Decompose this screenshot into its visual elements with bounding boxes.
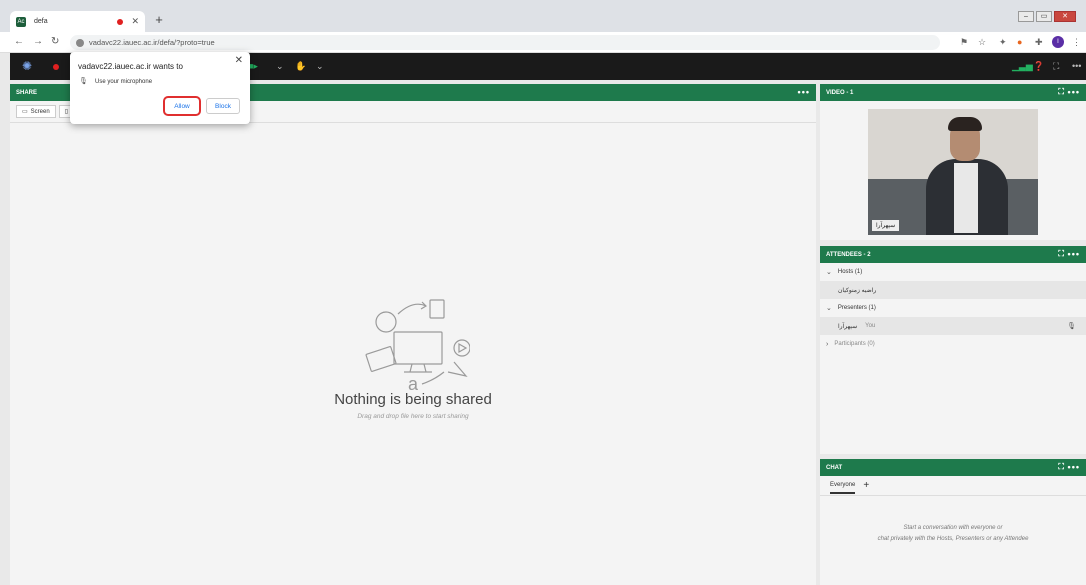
video-fullscreen-icon[interactable]: ⛶ — [1058, 87, 1064, 97]
extension-fire-icon[interactable]: ● — [1017, 37, 1022, 47]
share-screen-label: Screen — [30, 108, 50, 115]
chevron-right-icon: › — [826, 340, 829, 348]
chat-pod-menu-icon[interactable]: ••• — [1068, 462, 1080, 472]
profile-avatar[interactable]: I — [1052, 36, 1064, 48]
maximize-button[interactable]: ▭ — [1036, 11, 1052, 22]
chat-empty-message: Start a conversation with everyone or ch… — [820, 523, 1086, 545]
video-name-label: سپهرآرا — [872, 220, 900, 231]
fullscreen-icon[interactable]: ⛶ — [1053, 61, 1059, 72]
document-icon: ▯ — [64, 109, 68, 115]
host-name: راضیه زمنوکیان — [838, 287, 877, 294]
share-pod-menu-icon[interactable]: ••• — [798, 87, 810, 97]
video-pod-menu-icon[interactable]: ••• — [1068, 87, 1080, 97]
video-pod-title: VIDEO - 1 — [826, 89, 854, 96]
help-icon[interactable]: ❓ — [1033, 61, 1044, 72]
participants-group-label: Participants (0) — [834, 341, 875, 347]
chat-pod: CHAT ⛶ ••• Everyone + Start a conversati… — [820, 459, 1086, 585]
nothing-shared-title: Nothing is being shared — [334, 391, 492, 408]
browser-menu-icon[interactable]: ⋮ — [1072, 37, 1081, 48]
hosts-group-label: Hosts (1) — [837, 269, 863, 275]
reload-icon[interactable]: ↻ — [51, 36, 59, 47]
status-dropdown-icon[interactable]: ⌄ — [316, 61, 324, 72]
window-controls: – ▭ ✕ — [1018, 11, 1076, 22]
attendees-pod-title: ATTENDEES - 2 — [826, 251, 871, 258]
chat-empty-line-2: chat privately with the Hosts, Presenter… — [877, 536, 1029, 542]
block-button[interactable]: Block — [206, 98, 240, 114]
tab-title: defa — [34, 18, 48, 25]
adobe-connect-favicon-icon: Ac — [16, 16, 26, 27]
chat-fullscreen-icon[interactable]: ⛶ — [1058, 462, 1064, 472]
chat-tabs: Everyone + — [820, 476, 1086, 496]
window-close-button[interactable]: ✕ — [1054, 11, 1076, 22]
share-pod: SHARE ••• ▭ Screen ▯ a Nothing is being … — [10, 84, 816, 585]
raise-hand-icon[interactable]: ✋ — [295, 61, 306, 72]
browser-tab[interactable]: Ac defa ✕ — [10, 11, 145, 32]
permission-request-text: Use your microphone — [95, 79, 153, 85]
bookmark-star-icon[interactable]: ☆ — [978, 37, 986, 48]
address-bar: ← → ↻ vadavc22.iauec.ac.ir/defa/?proto=t… — [0, 32, 1086, 53]
lock-icon[interactable] — [76, 38, 84, 47]
video-pod: VIDEO - 1 ⛶ ••• سپهرآرا — [820, 84, 1086, 240]
tab-close-icon[interactable]: ✕ — [131, 16, 139, 27]
presenter-name: سپهرآرا — [838, 323, 858, 330]
url-text: vadavc22.iauec.ac.ir/defa/?proto=true — [89, 38, 215, 47]
microphone-permission-popup: vadavc22.iauec.ac.ir wants to ✕ 🎙 Use yo… — [70, 52, 250, 124]
presenters-group[interactable]: ⌄ Presenters (1) — [820, 299, 1086, 317]
back-arrow-icon[interactable]: ← — [14, 36, 24, 47]
svg-text:a: a — [408, 374, 419, 392]
extension-icon[interactable]: ✦ — [999, 37, 1007, 48]
video-person-shirt — [954, 163, 978, 233]
share-pod-title: SHARE — [16, 89, 38, 96]
share-screen-button[interactable]: ▭ Screen — [16, 105, 56, 118]
webcam-video[interactable]: سپهرآرا — [868, 109, 1038, 235]
chat-pod-header: CHAT ⛶ ••• — [820, 459, 1086, 476]
host-attendee-row[interactable]: راضیه زمنوکیان — [820, 281, 1086, 299]
video-pod-header: VIDEO - 1 ⛶ ••• — [820, 84, 1086, 101]
record-indicator-icon[interactable] — [53, 64, 59, 70]
attendees-pod: ATTENDEES - 2 ⛶ ••• ⌄ Hosts (1) راضیه زم… — [820, 246, 1086, 454]
video-person-hair — [948, 117, 982, 131]
tab-everyone[interactable]: Everyone — [830, 478, 856, 494]
monitor-icon: ▭ — [22, 109, 28, 115]
new-tab-button[interactable]: + — [152, 13, 166, 27]
chat-empty-line-1: Start a conversation with everyone or — [903, 525, 1003, 531]
attendees-pod-menu-icon[interactable]: ••• — [1068, 249, 1080, 259]
toolbar-more-icon[interactable]: ••• — [1072, 61, 1081, 71]
add-chat-tab-icon[interactable]: + — [863, 480, 869, 491]
camera-dropdown-icon[interactable]: ⌄ — [276, 61, 284, 72]
nothing-shared-illustration-icon: a — [365, 299, 470, 392]
minimize-button[interactable]: – — [1018, 11, 1034, 22]
chevron-down-icon: ⌄ — [826, 305, 832, 312]
you-label: You — [865, 323, 876, 329]
url-omnibox[interactable]: vadavc22.iauec.ac.ir/defa/?proto=true — [70, 35, 940, 50]
drag-drop-hint: Drag and drop file here to start sharing — [357, 413, 469, 420]
permission-close-icon[interactable]: ✕ — [235, 55, 243, 66]
allow-button[interactable]: Allow — [163, 96, 201, 116]
microphone-icon[interactable]: 🎙 — [1067, 322, 1076, 330]
forward-arrow-icon[interactable]: → — [33, 36, 43, 47]
hosts-group[interactable]: ⌄ Hosts (1) — [820, 263, 1086, 281]
attendees-pod-header: ATTENDEES - 2 ⛶ ••• — [820, 246, 1086, 263]
extensions-puzzle-icon[interactable]: ✚ — [1035, 37, 1043, 48]
recording-dot-icon — [117, 18, 124, 25]
connection-signal-icon[interactable]: ▁▃▅ — [1012, 61, 1033, 72]
microphone-icon: 🎙 — [79, 78, 88, 85]
presenters-group-label: Presenters (1) — [837, 305, 876, 311]
participants-group[interactable]: › Participants (0) — [820, 335, 1086, 353]
chevron-down-icon: ⌄ — [826, 269, 832, 276]
presenter-attendee-row[interactable]: سپهرآرا You 🎙 — [820, 317, 1086, 335]
attendees-fullscreen-icon[interactable]: ⛶ — [1058, 249, 1064, 259]
permission-title: vadavc22.iauec.ac.ir wants to — [78, 62, 183, 71]
chat-pod-title: CHAT — [826, 464, 843, 471]
connect-logo-icon[interactable]: ✺ — [22, 59, 32, 73]
browser-tab-strip: Ac defa ✕ + – ▭ ✕ — [0, 0, 1086, 32]
translate-icon[interactable]: ⚑ — [960, 37, 968, 48]
